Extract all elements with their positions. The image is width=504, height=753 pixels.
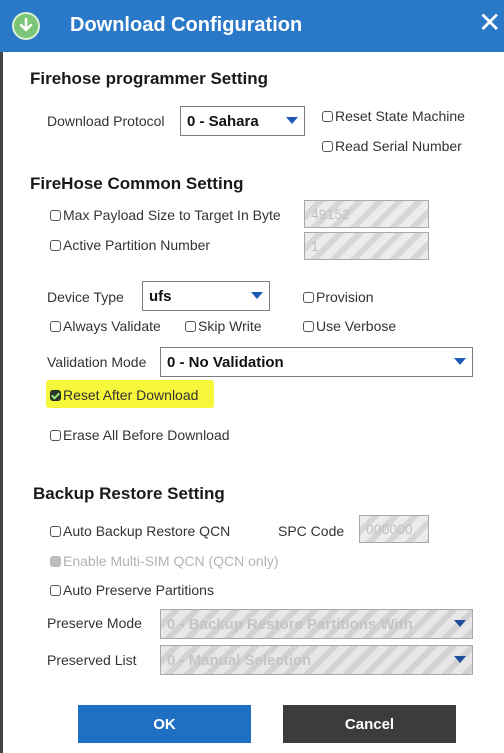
device-type-dropdown[interactable]: ufs [142, 281, 270, 311]
always-validate-checkbox[interactable]: Always Validate [50, 318, 161, 334]
window-title: Download Configuration [70, 14, 303, 36]
enable-multi-sim-qcn-label: Enable Multi-SIM QCN (QCN only) [63, 553, 279, 569]
reset-after-download-label: Reset After Download [63, 387, 199, 403]
checkbox-icon [50, 525, 61, 537]
erase-all-before-download-checkbox[interactable]: Erase All Before Download [50, 427, 230, 443]
checkbox-icon [303, 320, 314, 332]
chevron-down-icon [286, 117, 298, 124]
section-firehose-programmer: Firehose programmer Setting [30, 69, 269, 88]
provision-label: Provision [316, 289, 374, 305]
checkbox-icon [185, 320, 196, 332]
title-bar: Download Configuration ✕ [0, 0, 504, 52]
always-validate-label: Always Validate [63, 318, 161, 334]
reset-state-machine-label: Reset State Machine [335, 108, 465, 124]
section-backup-restore: Backup Restore Setting [33, 484, 225, 503]
active-partition-label: Active Partition Number [63, 237, 211, 253]
spc-code-field[interactable]: 000000 [359, 515, 429, 543]
preserved-list-dropdown[interactable]: 0 - Manual Selection [160, 645, 473, 675]
window-border [0, 52, 3, 753]
reset-after-download-checkbox[interactable]: Reset After Download [50, 387, 198, 403]
read-serial-number-label: Read Serial Number [335, 138, 462, 154]
checkbox-icon [50, 584, 61, 596]
active-partition-checkbox[interactable]: Active Partition Number [50, 237, 210, 253]
section-firehose-common: FireHose Common Setting [30, 174, 244, 193]
skip-write-label: Skip Write [198, 318, 262, 334]
validation-mode-value: 0 - No Validation [167, 353, 284, 371]
cancel-button[interactable]: Cancel [283, 705, 456, 743]
checkbox-icon [322, 140, 333, 152]
chevron-down-icon [454, 620, 466, 627]
validation-mode-dropdown[interactable]: 0 - No Validation [160, 347, 473, 377]
chevron-down-icon [454, 656, 466, 663]
chevron-down-icon [454, 358, 466, 365]
ok-button[interactable]: OK [78, 705, 251, 743]
use-verbose-checkbox[interactable]: Use Verbose [303, 318, 396, 334]
download-icon [12, 12, 40, 40]
checkbox-icon [50, 555, 61, 567]
auto-preserve-partitions-label: Auto Preserve Partitions [63, 582, 214, 598]
checkbox-icon [50, 320, 61, 332]
preserve-mode-dropdown[interactable]: 0 - Backup Restore Partitions With [160, 609, 473, 639]
preserve-mode-label: Preserve Mode [47, 615, 142, 631]
device-type-value: ufs [149, 287, 172, 305]
active-partition-field[interactable]: 1 [304, 232, 429, 260]
use-verbose-label: Use Verbose [316, 318, 397, 334]
max-payload-field[interactable]: 49152 [304, 200, 429, 228]
close-icon[interactable]: ✕ [478, 9, 501, 37]
spc-code-label: SPC Code [278, 523, 345, 539]
preserve-mode-value: 0 - Backup Restore Partitions With [167, 615, 413, 633]
checkbox-checked-icon [50, 389, 61, 401]
checkbox-icon [303, 291, 314, 303]
auto-preserve-partitions-checkbox[interactable]: Auto Preserve Partitions [50, 582, 214, 598]
reset-state-machine-checkbox[interactable]: Reset State Machine [322, 108, 465, 124]
enable-multi-sim-qcn-checkbox[interactable]: Enable Multi-SIM QCN (QCN only) [50, 553, 279, 569]
checkbox-icon [50, 429, 61, 441]
auto-backup-restore-qcn-label: Auto Backup Restore QCN [63, 523, 231, 539]
checkbox-icon [50, 209, 61, 221]
preserved-list-label: Preserved List [47, 652, 137, 668]
provision-checkbox[interactable]: Provision [303, 289, 374, 305]
max-payload-checkbox[interactable]: Max Payload Size to Target In Byte [50, 207, 281, 223]
device-type-label: Device Type [47, 289, 124, 305]
preserved-list-value: 0 - Manual Selection [167, 651, 312, 669]
checkbox-icon [50, 239, 61, 251]
auto-backup-restore-qcn-checkbox[interactable]: Auto Backup Restore QCN [50, 523, 230, 539]
erase-all-before-download-label: Erase All Before Download [63, 427, 230, 443]
download-protocol-value: 0 - Sahara [187, 112, 259, 130]
download-protocol-dropdown[interactable]: 0 - Sahara [180, 106, 305, 136]
validation-mode-label: Validation Mode [47, 354, 147, 370]
skip-write-checkbox[interactable]: Skip Write [185, 318, 262, 334]
download-protocol-label: Download Protocol [47, 113, 165, 129]
read-serial-number-checkbox[interactable]: Read Serial Number [322, 138, 462, 154]
max-payload-label: Max Payload Size to Target In Byte [63, 207, 281, 223]
chevron-down-icon [251, 292, 263, 299]
checkbox-icon [322, 110, 333, 122]
